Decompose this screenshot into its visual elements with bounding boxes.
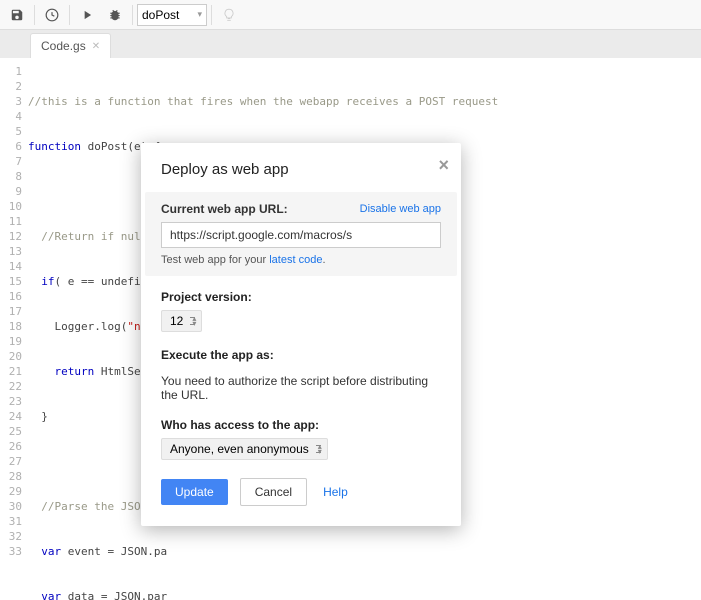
close-icon[interactable]: ✕ — [92, 41, 100, 52]
tab-code-gs[interactable]: Code.gs ✕ — [30, 33, 111, 58]
execute-label: Execute the app as: — [161, 348, 441, 362]
lightbulb-icon — [222, 8, 236, 22]
save-button[interactable] — [4, 2, 30, 28]
function-select-value: doPost — [142, 8, 179, 22]
toolbar-separator — [132, 5, 133, 25]
tab-label: Code.gs — [41, 39, 86, 53]
toolbar-separator — [69, 5, 70, 25]
cancel-button[interactable]: Cancel — [240, 478, 307, 506]
url-hint: Test web app for your latest code. — [161, 254, 441, 266]
toolbar-separator — [211, 5, 212, 25]
access-value: Anyone, even anonymous — [170, 442, 309, 456]
bug-icon — [108, 8, 122, 22]
close-icon[interactable]: × — [438, 155, 449, 176]
tab-bar: Code.gs ✕ — [0, 30, 701, 58]
save-icon — [10, 8, 24, 22]
disable-link[interactable]: Disable web app — [360, 203, 441, 215]
access-select[interactable]: Anyone, even anonymous ▴▾ — [161, 438, 328, 460]
history-button[interactable] — [39, 2, 65, 28]
access-label: Who has access to the app: — [161, 418, 441, 432]
help-button[interactable]: Help — [319, 479, 352, 505]
version-select[interactable]: 12 ▴▾ — [161, 310, 202, 332]
lightbulb-button[interactable] — [216, 2, 242, 28]
dialog-title: Deploy as web app — [141, 143, 461, 192]
debug-button[interactable] — [102, 2, 128, 28]
play-icon — [80, 8, 94, 22]
url-label: Current web app URL: — [161, 202, 288, 216]
line-gutter: 1234567891011121314151617181920212223242… — [0, 58, 28, 600]
toolbar-separator — [34, 5, 35, 25]
toolbar: doPost — [0, 0, 701, 30]
deploy-dialog: × Deploy as web app Current web app URL:… — [141, 143, 461, 526]
version-value: 12 — [170, 314, 183, 328]
function-select[interactable]: doPost — [137, 4, 207, 26]
url-section: Current web app URL: Disable web app Tes… — [145, 192, 457, 276]
url-input[interactable] — [161, 222, 441, 248]
update-button[interactable]: Update — [161, 479, 228, 505]
auth-message: You need to authorize the script before … — [161, 374, 441, 402]
clock-icon — [45, 8, 59, 22]
dialog-buttons: Update Cancel Help — [141, 460, 461, 526]
latest-code-link[interactable]: latest code — [269, 254, 322, 266]
run-button[interactable] — [74, 2, 100, 28]
version-label: Project version: — [161, 290, 441, 304]
